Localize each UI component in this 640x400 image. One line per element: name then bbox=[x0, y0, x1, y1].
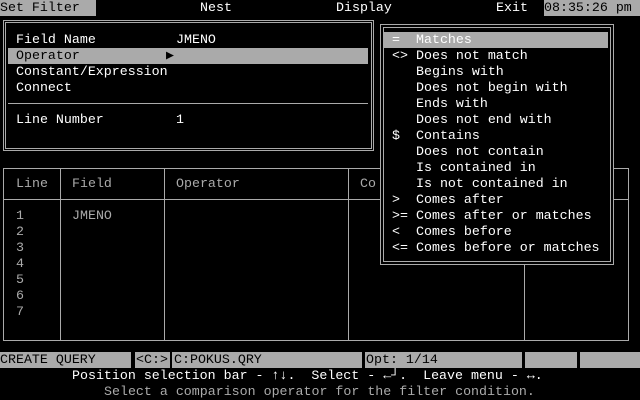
operator-label: Ends with bbox=[416, 96, 488, 111]
operator-symbol: >= bbox=[392, 208, 408, 223]
operator-label: Contains bbox=[416, 128, 480, 143]
operator-label: Does not end with bbox=[416, 112, 552, 127]
table-row-line: 4 bbox=[16, 256, 24, 271]
status-sep bbox=[577, 352, 580, 368]
status-sep bbox=[522, 352, 525, 368]
status-sep bbox=[170, 352, 172, 368]
operator-option[interactable]: Is not contained in bbox=[384, 176, 608, 192]
operator-label: Operator bbox=[16, 48, 80, 63]
operator-option[interactable]: Does not contain bbox=[384, 144, 608, 160]
operator-label: Does not match bbox=[416, 48, 528, 63]
status-sep bbox=[362, 352, 365, 368]
operator-symbol: $ bbox=[392, 128, 400, 143]
help-message: Select a comparison operator for the fil… bbox=[104, 384, 535, 399]
menu-display[interactable]: Display bbox=[336, 0, 392, 16]
operator-option[interactable]: $ Contains bbox=[384, 128, 608, 144]
operator-symbol: > bbox=[392, 192, 400, 207]
col-divider bbox=[164, 168, 165, 341]
operator-symbol: <> bbox=[392, 48, 408, 63]
header-field: Field bbox=[72, 176, 112, 191]
connect-label[interactable]: Connect bbox=[16, 80, 72, 96]
operator-label: Does not contain bbox=[416, 144, 544, 159]
table-row-field: JMENO bbox=[72, 208, 112, 223]
operator-option[interactable]: Begins with bbox=[384, 64, 608, 80]
operator-label: Begins with bbox=[416, 64, 504, 79]
status-bar bbox=[0, 352, 640, 368]
operator-option[interactable]: Is contained in bbox=[384, 160, 608, 176]
operator-symbol: <= bbox=[392, 240, 408, 255]
status-sep bbox=[130, 352, 135, 368]
operator-label: Is contained in bbox=[416, 160, 536, 175]
pointer-icon: ▶ bbox=[166, 48, 175, 63]
menu-set-filter[interactable]: Set Filter bbox=[0, 0, 96, 16]
operator-option[interactable]: Does not end with bbox=[384, 112, 608, 128]
operator-label: Comes after or matches bbox=[416, 208, 592, 223]
operator-row[interactable]: Operator bbox=[8, 48, 368, 64]
operator-label: Comes before bbox=[416, 224, 512, 239]
clock: 08:35:26 pm bbox=[544, 0, 640, 16]
table-row-line: 1 bbox=[16, 208, 24, 223]
col-divider bbox=[60, 168, 61, 341]
constant-expression-label[interactable]: Constant/Expression bbox=[16, 64, 168, 80]
operator-option[interactable]: Ends with bbox=[384, 96, 608, 112]
operator-label: Matches bbox=[416, 32, 472, 47]
field-name-value[interactable]: JMENO bbox=[176, 32, 216, 48]
status-option: Opt: 1/14 bbox=[366, 352, 438, 368]
menu-exit[interactable]: Exit bbox=[496, 0, 528, 16]
header-constant: Co bbox=[360, 176, 376, 191]
operator-symbol: < bbox=[392, 224, 400, 239]
operator-label: Does not begin with bbox=[416, 80, 568, 95]
operator-option[interactable]: >= Comes after or matches bbox=[384, 208, 608, 224]
operator-symbol: = bbox=[392, 32, 400, 47]
help-nav: Position selection bar - ↑↓. Select - ←┘… bbox=[72, 368, 543, 383]
table-row-line: 3 bbox=[16, 240, 24, 255]
operator-label: Comes after bbox=[416, 192, 504, 207]
status-drive: <C:> bbox=[136, 352, 168, 368]
table-row-line: 5 bbox=[16, 272, 24, 287]
status-file: C:POKUS.QRY bbox=[174, 352, 262, 368]
table-row-line: 6 bbox=[16, 288, 24, 303]
operator-option[interactable]: Does not begin with bbox=[384, 80, 608, 96]
table-row-line: 7 bbox=[16, 304, 24, 319]
status-mode: CREATE QUERY bbox=[0, 352, 96, 368]
line-number-label: Line Number bbox=[16, 112, 104, 127]
operator-option[interactable]: > Comes after bbox=[384, 192, 608, 208]
line-number-value: 1 bbox=[176, 112, 184, 127]
menu-nest[interactable]: Nest bbox=[200, 0, 232, 16]
operator-label: Comes before or matches bbox=[416, 240, 600, 255]
operator-option[interactable]: <= Comes before or matches bbox=[384, 240, 608, 256]
operator-option[interactable]: = Matches bbox=[384, 32, 608, 48]
table-row-line: 2 bbox=[16, 224, 24, 239]
divider bbox=[8, 103, 368, 104]
operator-label: Is not contained in bbox=[416, 176, 568, 191]
operator-option[interactable]: < Comes before bbox=[384, 224, 608, 240]
operator-option[interactable]: <> Does not match bbox=[384, 48, 608, 64]
col-divider bbox=[348, 168, 349, 341]
header-line: Line bbox=[16, 176, 48, 191]
field-name-label: Field Name bbox=[16, 32, 96, 47]
header-operator: Operator bbox=[176, 176, 240, 191]
